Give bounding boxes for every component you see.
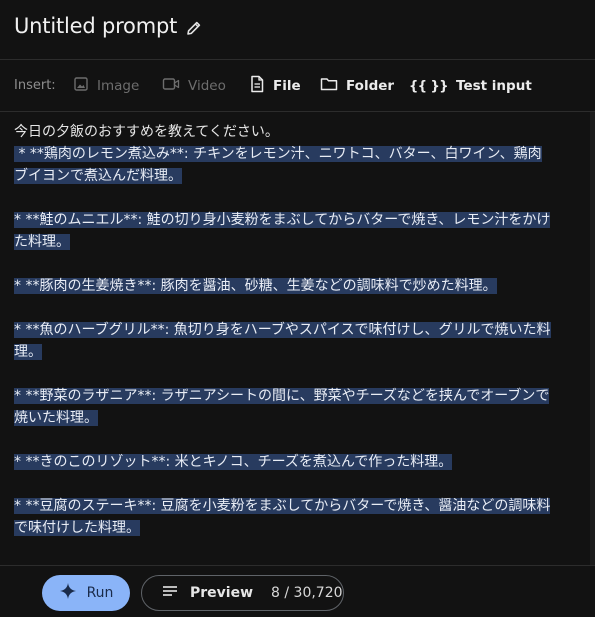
video-icon [162,76,180,96]
insert-label: Insert: [14,78,56,93]
editor-line: ブイヨンで煮込んだ料理。 [14,165,592,187]
editor-line-text: た料理。 [14,234,70,250]
editor-line-text: * **野菜のラザニア**: ラザニアシートの間に、野菜やチーズなどを挟んでオー… [14,388,550,404]
insert-folder-label: Folder [346,78,395,94]
insert-toolbar: Insert: Image Video File Folder {{}} Te… [0,60,595,112]
insert-file-button[interactable]: File [249,74,301,98]
editor-line-text: * **きのこのリゾット**: 米とキノコ、チーズを煮込んで作った料理。 [14,454,453,470]
insert-video-button[interactable]: Video [162,74,226,98]
editor-line-text: * **豆腐のステーキ**: 豆腐を小麦粉をまぶしてからバターで焼き、醤油などの… [14,498,551,514]
editor-line-text: で味付けした料理。 [14,520,140,536]
insert-video-label: Video [188,78,226,94]
image-icon [73,76,89,96]
title-bar: Untitled prompt [0,0,595,60]
insert-image-button[interactable]: Image [73,74,139,98]
editor-line-text: 理。 [14,344,42,360]
editor-line: * **魚のハーブグリル**: 魚切り身をハーブやスパイスで味付けし、グリルで焼… [14,319,592,341]
preview-label: Preview [190,585,254,601]
editor-line: 理。 [14,341,592,363]
editor-line: * **鮭のムニエル**: 鮭の切り身小麦粉をまぶしてからバターで焼き、レモン汁… [14,209,592,231]
scrollbar[interactable] [590,112,595,567]
editor-line: * **野菜のラザニア**: ラザニアシートの間に、野菜やチーズなどを挟んでオー… [14,385,592,407]
pencil-icon[interactable] [184,18,204,38]
preview-button[interactable]: Preview 8 / 30,720 [141,575,344,611]
editor-line: * **鶏肉のレモン煮込み**: チキンをレモン汁、ニワトコ、バター、白ワイン、… [14,143,592,165]
insert-test-input-button[interactable]: {{ }} Test input [409,74,532,98]
run-button[interactable]: Run [42,575,130,611]
editor-line: * **きのこのリゾット**: 米とキノコ、チーズを煮込んで作った料理。 [14,451,592,473]
insert-file-label: File [273,78,301,94]
prompt-editor[interactable]: 今日の夕飯のおすすめを教えてください。 * **鶏肉のレモン煮込み**: チキン… [14,121,592,539]
editor-line-text: * **魚のハーブグリル**: 魚切り身をハーブやスパイスで味付けし、グリルで焼… [14,322,551,338]
list-icon [162,584,178,602]
editor-line-text: 焼いた料理。 [14,410,98,426]
editor-line-text: * **豚肉の生姜焼き**: 豚肉を醤油、砂糖、生姜などの調味料で炒めた料理。 [14,278,497,294]
folder-icon [320,76,338,96]
braces-icon: {{ }} [409,78,449,94]
sparkle-icon [59,582,77,604]
insert-image-label: Image [97,78,140,94]
token-count: 8 / 30,720 [271,585,343,601]
editor-line-text: 今日の夕飯のおすすめを教えてください。 [14,124,279,140]
editor-line-text: * **鶏肉のレモン煮込み**: チキンをレモン汁、ニワトコ、バター、白ワイン、… [14,146,542,162]
editor-line: 焼いた料理。 [14,407,592,429]
footer: Run Preview 8 / 30,720 [0,565,595,617]
editor-line: * **豚肉の生姜焼き**: 豚肉を醤油、砂糖、生姜などの調味料で炒めた料理。 [14,275,592,297]
editor-line-text: * **鮭のムニエル**: 鮭の切り身小麦粉をまぶしてからバターで焼き、レモン汁… [14,212,551,228]
editor-line: * **豆腐のステーキ**: 豆腐を小麦粉をまぶしてからバターで焼き、醤油などの… [14,495,592,517]
editor-line-text: ブイヨンで煮込んだ料理。 [14,168,182,184]
editor-line: た料理。 [14,231,592,253]
insert-folder-button[interactable]: Folder [320,74,394,98]
editor-line: で味付けした料理。 [14,517,592,539]
editor-line: 今日の夕飯のおすすめを教えてください。 [14,121,592,143]
prompt-title[interactable]: Untitled prompt [14,14,177,38]
run-label: Run [86,585,114,601]
file-icon [249,75,265,97]
insert-test-input-label: Test input [456,78,532,94]
